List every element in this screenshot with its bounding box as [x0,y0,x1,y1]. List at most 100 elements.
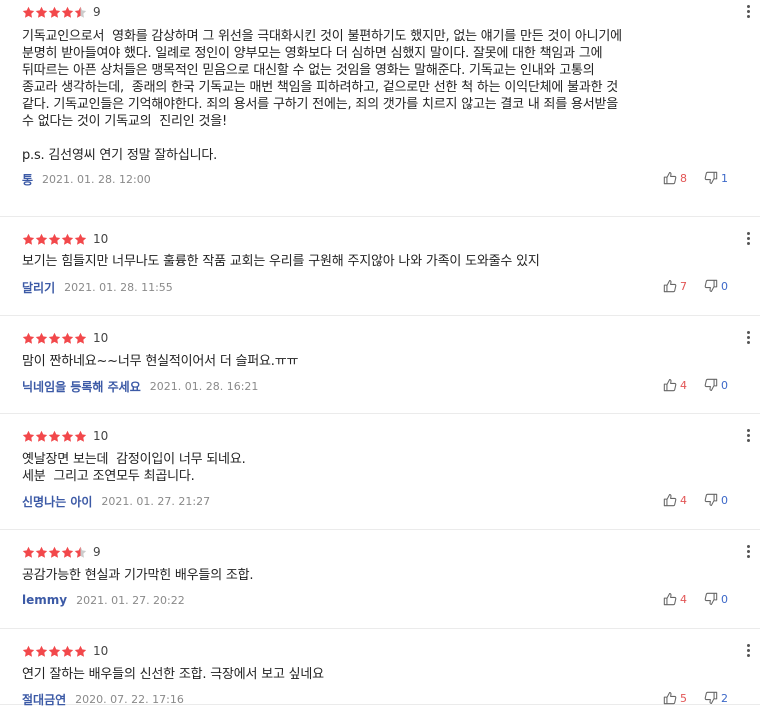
thumbs-up-icon [663,492,677,511]
reviewer-nickname[interactable]: 절대금연 [22,691,66,708]
rating-score: 9 [93,544,101,559]
dislike-count: 1 [721,172,728,185]
star-rating [22,430,87,443]
like-count: 5 [680,692,687,705]
dislike-count: 2 [721,692,728,705]
rating-score: 10 [93,330,109,345]
star-icon [48,6,61,18]
star-icon [74,430,87,442]
more-options-icon[interactable] [742,330,754,346]
review-item: 10 보기는 힘들지만 너무나도 훌륭한 작품 교회는 우리를 구원해 주지않아 … [0,217,760,316]
thumbs-down-icon [704,690,718,709]
star-icon [61,546,74,558]
vote-group: 40 [663,492,728,511]
more-options-icon[interactable] [742,544,754,560]
vote-group: 81 [663,170,728,189]
thumbs-up-icon [663,377,677,396]
star-rating [22,233,87,246]
star-icon [35,546,48,558]
more-options-icon[interactable] [742,231,754,247]
review-date: 2021. 01. 28. 12:00 [42,172,151,186]
vote-group: 70 [663,278,728,297]
review-text: 기독교인으로서 영화를 감상하며 그 위선을 극대화시킨 것이 불편하기도 했지… [22,29,622,163]
review-meta: 신명나는 아이 2021. 01. 27. 21:27 4 0 [22,492,728,510]
star-icon [74,233,87,245]
review-date: 2021. 01. 27. 20:22 [76,593,185,607]
thumbs-up-icon [663,690,677,709]
review-meta: 통 2021. 01. 28. 12:00 8 1 [22,170,728,188]
star-icon [48,546,61,558]
rating-score: 10 [93,428,109,443]
review-meta: 닉네임을 등록해 주세요 2021. 01. 28. 16:21 4 0 [22,377,728,395]
like-button[interactable]: 4 [663,492,687,511]
star-icon [61,430,74,442]
star-icon [35,332,48,344]
star-icon [74,546,87,558]
dislike-button[interactable]: 0 [704,492,728,511]
dislike-button[interactable]: 0 [704,591,728,610]
review-text: 맘이 짠하네요~~너무 현실적이어서 더 슬퍼요.ㅠㅠ [22,354,299,369]
like-button[interactable]: 7 [663,278,687,297]
rating-score: 10 [93,643,109,658]
star-icon [22,6,35,18]
like-button[interactable]: 5 [663,690,687,709]
reviewer-nickname[interactable]: lemmy [22,593,67,607]
star-icon [61,6,74,18]
dislike-button[interactable]: 0 [704,377,728,396]
star-icon [61,332,74,344]
thumbs-up-icon [663,170,677,189]
reviewer-nickname[interactable]: 달리기 [22,279,55,296]
star-rating [22,546,87,559]
like-button[interactable]: 4 [663,591,687,610]
review-list: 9 기독교인으로서 영화를 감상하며 그 위선을 극대화시킨 것이 불편하기도 했… [0,0,760,708]
review-date: 2021. 01. 28. 16:21 [149,379,259,393]
star-icon [22,233,35,245]
like-button[interactable]: 4 [663,377,687,396]
star-rating [22,6,87,19]
star-icon [35,645,48,657]
review-text: 옛날장면 보는데 감정이입이 너무 되네요. 세분 그리고 조연모두 최곱니다. [22,452,246,484]
star-rating [22,645,87,658]
thumbs-down-icon [704,278,718,297]
like-button[interactable]: 8 [663,170,687,189]
thumbs-down-icon [704,492,718,511]
review-item: 9 공감가능한 현실과 기가막힌 배우들의 조합. lemmy 2021. 01. 2… [0,530,760,629]
dislike-button[interactable]: 2 [704,690,728,709]
rating-score: 9 [93,4,101,19]
reviewer-nickname[interactable]: 신명나는 아이 [22,493,92,510]
review-meta: 달리기 2021. 01. 28. 11:55 7 0 [22,278,728,296]
reviewer-nickname[interactable]: 닉네임을 등록해 주세요 [22,378,141,395]
review-text: 보기는 힘들지만 너무나도 훌륭한 작품 교회는 우리를 구원해 주지않아 나와… [22,254,540,269]
star-icon [74,645,87,657]
star-icon [22,430,35,442]
review-date: 2021. 01. 28. 11:55 [64,280,173,294]
review-meta: lemmy 2021. 01. 27. 20:22 4 0 [22,591,728,609]
dislike-button[interactable]: 0 [704,278,728,297]
thumbs-up-icon [663,278,677,297]
vote-group: 40 [663,377,728,396]
star-icon [35,6,48,18]
review-item: 10 맘이 짠하네요~~너무 현실적이어서 더 슬퍼요.ㅠㅠ 닉네임을 등록해 주세… [0,316,760,414]
like-count: 8 [680,172,687,185]
star-icon [22,645,35,657]
star-icon [74,6,87,18]
vote-group: 40 [663,591,728,610]
star-icon [35,430,48,442]
more-options-icon[interactable] [742,428,754,444]
reviewer-nickname[interactable]: 통 [22,171,33,188]
more-options-icon[interactable] [742,4,754,20]
review-date: 2020. 07. 22. 17:16 [75,692,184,706]
like-count: 4 [680,593,687,606]
star-icon [61,233,74,245]
dislike-count: 0 [721,593,728,606]
star-icon [35,233,48,245]
review-item: 10 옛날장면 보는데 감정이입이 너무 되네요. 세분 그리고 조연모두 최곱니… [0,414,760,530]
dislike-button[interactable]: 1 [704,170,728,189]
dislike-count: 0 [721,494,728,507]
more-options-icon[interactable] [742,643,754,659]
like-count: 4 [680,494,687,507]
rating-score: 10 [93,231,109,246]
review-date: 2021. 01. 27. 21:27 [101,494,211,508]
star-icon [48,233,61,245]
star-icon [48,332,61,344]
